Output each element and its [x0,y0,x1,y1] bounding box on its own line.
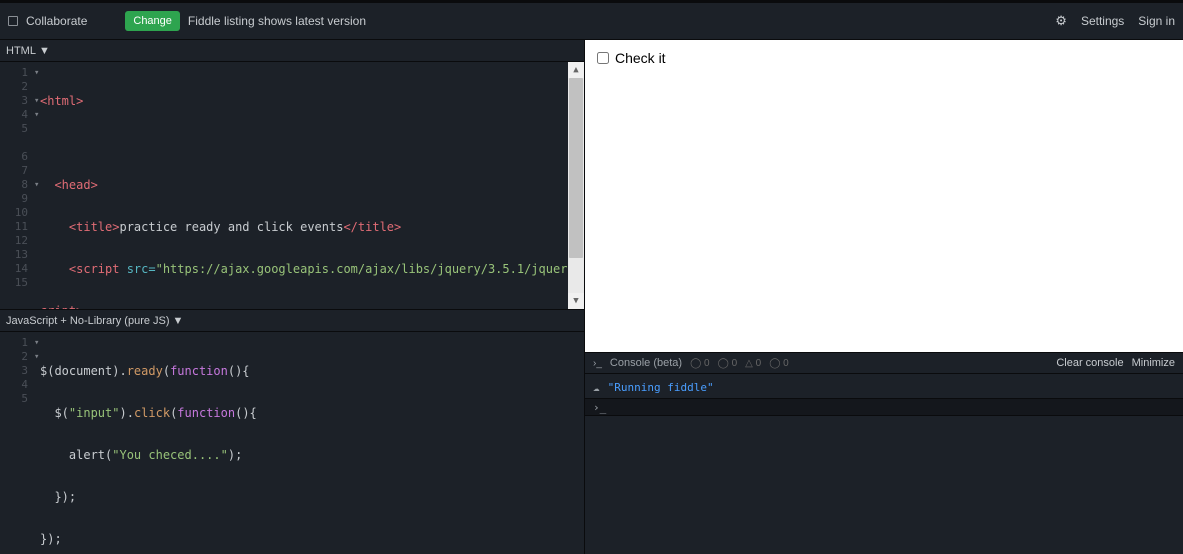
html-gutter: 12345 6789101112131415 [0,66,34,290]
change-button[interactable]: Change [125,11,180,31]
fiddle-status: Fiddle listing shows latest version [188,14,366,28]
console-body[interactable]: ☁ "Running fiddle" ›_ [585,374,1183,554]
top-bar: Collaborate Change Fiddle listing shows … [0,0,1183,40]
debug-count-icon: ◯ 0 [718,358,738,369]
html-pane-header[interactable]: HTML▼ [0,40,584,62]
js-code[interactable]: $(document).ready(function(){ $("input")… [40,336,566,554]
scroll-down-icon[interactable]: ▼ [568,293,584,309]
settings-link[interactable]: Settings [1081,14,1124,28]
js-pane-header[interactable]: JavaScript + No-Library (pure JS)▼ [0,310,584,332]
console-title: Console (beta) [610,357,682,369]
right-panel: Check it ›_ Console (beta) ◯ 0 ◯ 0 △ 0 ◯… [585,40,1183,554]
console-bar: ›_ Console (beta) ◯ 0 ◯ 0 △ 0 ◯ 0 Clear … [585,352,1183,374]
result-pane[interactable]: Check it [585,40,1183,352]
error-count-icon: ◯ 0 [769,358,789,369]
console-message: ☁ "Running fiddle" [593,378,1175,396]
cloud-icon: ☁ [593,381,600,394]
check-label: Check it [615,50,666,66]
console-icon: ›_ [593,358,602,369]
prompt-icon: ›_ [593,401,606,414]
scroll-up-icon[interactable]: ▲ [568,62,584,78]
content-area: HTML▼ 12345 6789101112131415 ▾▾▾▾ <html>… [0,40,1183,554]
signin-link[interactable]: Sign in [1138,14,1175,28]
dropdown-icon: ▼ [173,315,184,327]
console-input-row[interactable]: ›_ [585,398,1183,416]
html-editor[interactable]: 12345 6789101112131415 ▾▾▾▾ <html> <head… [0,62,584,310]
html-pane-label: HTML [6,45,36,57]
topbar-right: ⚙ Settings Sign in [1055,13,1175,29]
html-scrollbar[interactable]: ▲ ▼ [568,62,584,309]
left-panel: HTML▼ 12345 6789101112131415 ▾▾▾▾ <html>… [0,40,585,554]
console-counts: ◯ 0 ◯ 0 △ 0 ◯ 0 [690,358,789,369]
js-gutter: 12345 [0,336,34,406]
warn-count-icon: △ 0 [745,358,761,369]
minimize-console-button[interactable]: Minimize [1132,357,1175,369]
html-code[interactable]: <html> <head> <title>practice ready and … [40,66,566,310]
dropdown-icon: ▼ [39,45,50,57]
js-editor[interactable]: 12345 ▾▾ $(document).ready(function(){ $… [0,332,584,554]
settings-icon[interactable]: ⚙ [1055,13,1067,29]
topbar-left: Collaborate Change Fiddle listing shows … [8,11,1047,31]
clear-console-button[interactable]: Clear console [1056,357,1123,369]
scroll-thumb[interactable] [569,78,583,258]
result-checkbox-row[interactable]: Check it [597,50,1171,66]
collaborate-checkbox[interactable] [8,16,18,26]
info-count-icon: ◯ 0 [690,358,710,369]
check-checkbox[interactable] [597,52,609,64]
collaborate-label[interactable]: Collaborate [26,14,87,28]
js-pane-label: JavaScript + No-Library (pure JS) [6,315,170,327]
